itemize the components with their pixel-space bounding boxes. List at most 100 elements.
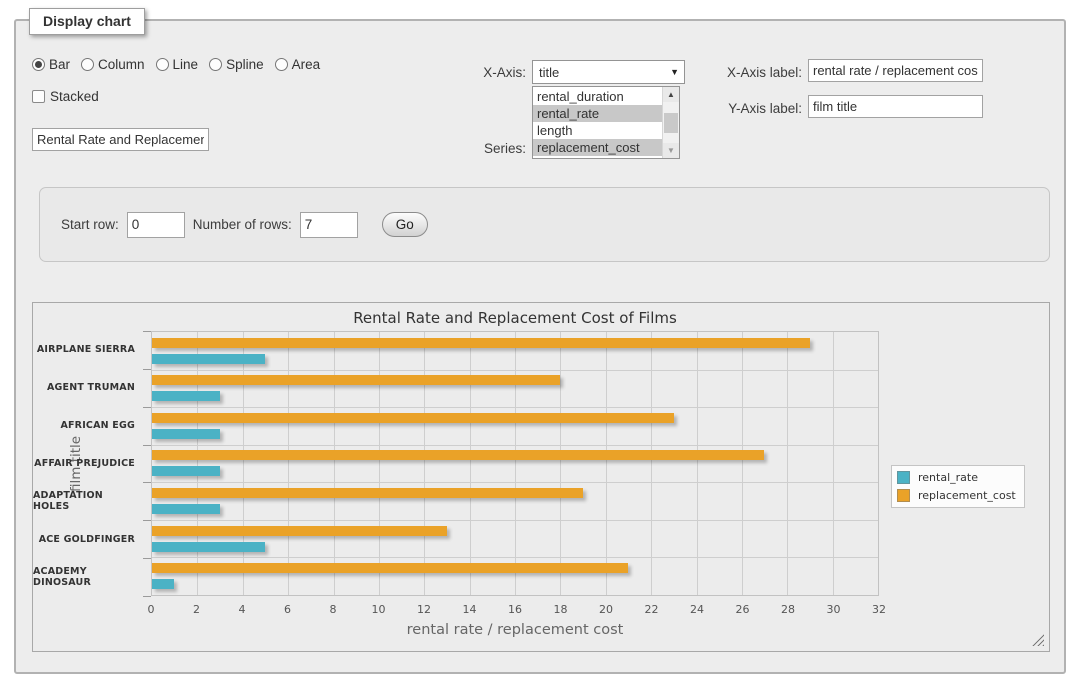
bar-group-academy-dinosaur <box>152 557 878 595</box>
category-label: ADAPTATION HOLES <box>33 482 143 520</box>
chart-type-radio-spline[interactable]: Spline <box>209 57 264 72</box>
category-label: AFFAIR PREJUDICE <box>33 445 143 483</box>
stacked-checkbox[interactable] <box>32 90 45 103</box>
chart-type-options: Bar Column Line Spline Area <box>32 57 320 72</box>
chart-category-labels: AIRPLANE SIERRAAGENT TRUMANAFRICAN EGGAF… <box>33 331 143 596</box>
category-label: AGENT TRUMAN <box>33 369 143 407</box>
chart-type-label: Spline <box>226 57 264 72</box>
rental_rate-bar <box>152 429 220 439</box>
axis-tick <box>143 331 151 332</box>
axis-tick <box>143 520 151 521</box>
panel-title: Display chart <box>29 8 145 35</box>
x-axis-label-label: X-Axis label: <box>706 65 802 80</box>
x-tick-label: 22 <box>645 603 659 616</box>
start-row-label: Start row: <box>61 217 119 232</box>
series-scrollbar[interactable]: ▲ ▼ <box>662 87 679 158</box>
x-tick-label: 28 <box>781 603 795 616</box>
x-tick-label: 10 <box>372 603 386 616</box>
chart-title: Rental Rate and Replacement Cost of Film… <box>151 309 879 327</box>
chart-type-radio-column[interactable]: Column <box>81 57 145 72</box>
radio-icon[interactable] <box>209 58 222 71</box>
series-select-label: Series: <box>446 141 526 156</box>
rental_rate-bar <box>152 466 220 476</box>
y-axis-label-input[interactable] <box>808 95 983 118</box>
x-tick-label: 2 <box>193 603 200 616</box>
x-tick-label: 26 <box>736 603 750 616</box>
replacement_cost-bar <box>152 526 447 536</box>
x-axis-select[interactable]: title ▼ <box>532 60 685 84</box>
stacked-checkbox-row[interactable]: Stacked <box>32 89 99 104</box>
x-tick-label: 8 <box>330 603 337 616</box>
category-label: ACADEMY DINOSAUR <box>33 558 143 596</box>
legend-swatch <box>897 489 910 502</box>
chart-type-radio-bar[interactable]: Bar <box>32 57 70 72</box>
axis-tick <box>143 596 151 597</box>
start-row-input[interactable] <box>127 212 185 238</box>
rental_rate-bar <box>152 542 265 552</box>
radio-icon[interactable] <box>81 58 94 71</box>
scroll-down-icon[interactable]: ▼ <box>663 143 679 158</box>
chart-y-axis-ticks <box>143 331 151 597</box>
replacement_cost-bar <box>152 488 583 498</box>
rental_rate-bar <box>152 354 265 364</box>
axis-tick <box>143 558 151 559</box>
rental_rate-bar <box>152 391 220 401</box>
plot-area <box>151 331 879 596</box>
number-of-rows-input[interactable] <box>300 212 358 238</box>
bar-group-ace-goldfinger <box>152 520 878 558</box>
replacement_cost-bar <box>152 413 674 423</box>
radio-icon[interactable] <box>32 58 45 71</box>
chart-x-axis-title: rental rate / replacement cost <box>151 622 879 638</box>
bar-group-african-egg <box>152 407 878 445</box>
chart-type-label: Line <box>173 57 199 72</box>
x-axis-label-input[interactable] <box>808 59 983 82</box>
row-controls: Start row: Number of rows: Go <box>39 187 1050 262</box>
series-option-rental_rate[interactable]: rental_rate <box>533 105 662 122</box>
series-listbox[interactable]: rental_durationrental_ratelengthreplacem… <box>532 86 680 159</box>
chart-title-input[interactable] <box>32 128 209 151</box>
x-tick-label: 12 <box>417 603 431 616</box>
x-axis-select-value: title <box>539 65 559 80</box>
x-tick-label: 14 <box>463 603 477 616</box>
legend-label: rental_rate <box>918 471 978 484</box>
bar-group-airplane-sierra <box>152 332 878 370</box>
x-tick-label: 18 <box>554 603 568 616</box>
go-button[interactable]: Go <box>382 212 428 237</box>
rental_rate-bar <box>152 579 174 589</box>
stacked-label: Stacked <box>50 89 99 104</box>
x-tick-label: 24 <box>690 603 704 616</box>
axis-tick <box>143 407 151 408</box>
radio-icon[interactable] <box>156 58 169 71</box>
chevron-down-icon: ▼ <box>670 67 679 77</box>
series-options: rental_durationrental_ratelengthreplacem… <box>533 87 662 158</box>
x-tick-label: 30 <box>827 603 841 616</box>
replacement_cost-bar <box>152 375 560 385</box>
scrollbar-track[interactable] <box>663 102 679 143</box>
x-tick-label: 0 <box>148 603 155 616</box>
chart-type-radio-area[interactable]: Area <box>275 57 321 72</box>
category-label: ACE GOLDFINGER <box>33 520 143 558</box>
resize-handle-icon[interactable] <box>1031 633 1044 646</box>
series-option-rental_duration[interactable]: rental_duration <box>533 88 662 105</box>
series-option-replacement_cost[interactable]: replacement_cost <box>533 139 662 156</box>
rental_rate-bar <box>152 504 220 514</box>
scrollbar-thumb[interactable] <box>664 113 678 133</box>
number-of-rows-label: Number of rows: <box>193 217 292 232</box>
legend-entry-replacement_cost: replacement_cost <box>897 489 1016 502</box>
chart-container: Rental Rate and Replacement Cost of Film… <box>32 302 1050 652</box>
bar-group-affair-prejudice <box>152 445 878 483</box>
replacement_cost-bar <box>152 450 764 460</box>
x-tick-label: 16 <box>508 603 522 616</box>
series-option-length[interactable]: length <box>533 122 662 139</box>
replacement_cost-bar <box>152 338 810 348</box>
category-label: AFRICAN EGG <box>33 407 143 445</box>
radio-icon[interactable] <box>275 58 288 71</box>
chart-type-radio-line[interactable]: Line <box>156 57 199 72</box>
axis-tick <box>143 482 151 483</box>
display-chart-panel: Display chart BarColumnLineSplineArea St… <box>14 19 1066 674</box>
chart-x-axis-ticks: 02468101214161820222426283032 <box>151 603 879 617</box>
axis-tick <box>143 369 151 370</box>
x-tick-label: 20 <box>599 603 613 616</box>
scroll-up-icon[interactable]: ▲ <box>663 87 679 102</box>
x-tick-label: 4 <box>239 603 246 616</box>
